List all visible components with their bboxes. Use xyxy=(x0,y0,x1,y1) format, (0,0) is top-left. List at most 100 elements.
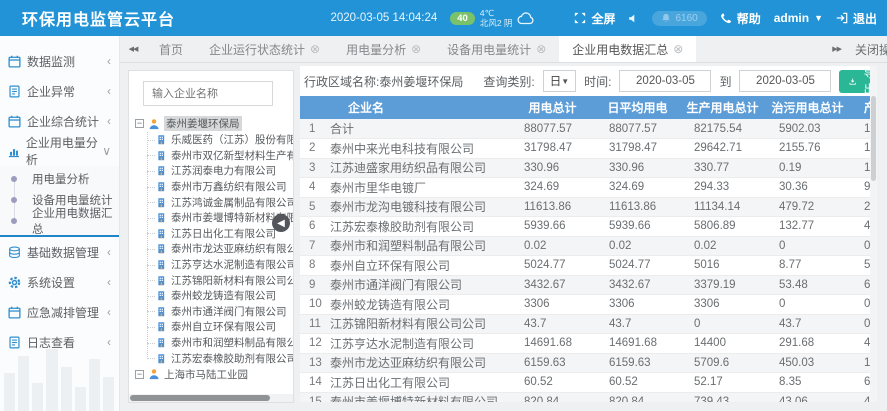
gear-icon xyxy=(8,276,21,289)
table-row[interactable]: 4 泰州市里华电镀厂 324.69 324.69 294.33 30.36 96… xyxy=(300,178,877,198)
horizontal-scrollbar-handle[interactable] xyxy=(130,395,270,401)
tree-root-node[interactable]: − 泰州姜堰环保局 xyxy=(135,115,293,132)
search-input[interactable] xyxy=(143,81,273,106)
building-icon xyxy=(156,353,167,364)
sidebar-item-label: 数据监测 xyxy=(27,53,75,70)
cell-daily-avg: 820.84 xyxy=(595,392,680,402)
tree-company-node[interactable]: 泰州市龙达亚麻纺织有限公司 xyxy=(147,241,293,257)
tab-scroll-right-icon[interactable]: ▶▶ xyxy=(832,45,841,53)
tree-node-label: 泰州姜堰环保局 xyxy=(164,116,242,131)
table-row[interactable]: 6 江苏宏泰橡胶助剂有限公司 5939.66 5939.66 5806.89 1… xyxy=(300,217,877,237)
table-row[interactable]: 3 江苏迪盛家用纺织品有限公司 330.96 330.96 330.77 0.1… xyxy=(300,158,877,178)
date-to-input[interactable] xyxy=(739,70,831,92)
tree-company-node[interactable]: 江苏宏泰橡胶助剂有限公司 xyxy=(147,350,293,366)
tree-node-label: 泰州市万鑫纺织有限公司 xyxy=(171,179,287,194)
aqi-badge: 40 xyxy=(450,12,475,25)
cell-row-index: 9 xyxy=(300,275,328,295)
tree-company-node[interactable]: 江苏锦阳新材料有限公司公司 xyxy=(147,272,293,288)
tab-power-summary[interactable]: 企业用电数据汇总 ⊗ xyxy=(559,36,696,62)
tree-company-node[interactable]: 乐威医药（江苏）股份有限公司 xyxy=(147,132,293,148)
tree-company-node[interactable]: 江苏鸿诚金属制品有限公司 xyxy=(147,194,293,210)
tree-company-node[interactable]: 泰州市和润塑料制品有限公司 xyxy=(147,335,293,351)
collapse-node-icon[interactable]: − xyxy=(135,119,144,128)
to-label: 到 xyxy=(719,73,731,90)
chevron-left-icon: ‹ xyxy=(107,245,111,259)
table-row[interactable]: 15 泰州市姜堰博特新材料有限公司 820.84 820.84 739.43 4… xyxy=(300,392,877,402)
tree-company-node[interactable]: 泰州蛟龙铸造有限公司 xyxy=(147,288,293,304)
mute-speaker-icon[interactable] xyxy=(628,13,639,24)
cell-total-power: 3432.67 xyxy=(510,275,595,295)
sidebar-item-emergency-management[interactable]: 应急减排管理 ‹ xyxy=(0,297,119,327)
collapse-panel-button[interactable]: ◀ xyxy=(272,214,290,232)
date-from-input[interactable] xyxy=(619,70,711,92)
building-icon xyxy=(156,150,167,161)
table-row[interactable]: 12 江苏亨达水泥制造有限公司 14691.68 14691.68 14400 … xyxy=(300,334,877,354)
tree-company-node[interactable]: 泰州市双亿新型材料生产有限公司 xyxy=(147,148,293,164)
tree-node-label: 泰州市龙达亚麻纺织有限公司 xyxy=(171,241,293,256)
table-row[interactable]: 14 江苏日出化工有限公司 60.52 60.52 52.17 8.35 624… xyxy=(300,373,877,393)
tree-node-label: 泰州市通洋阀门有限公司 xyxy=(171,304,287,319)
logout-button[interactable]: 退出 xyxy=(836,10,877,27)
help-button[interactable]: 帮助 xyxy=(720,10,761,27)
sidebar-item-base-data[interactable]: 基础数据管理 ‹ xyxy=(0,237,119,267)
sidebar-subitem[interactable]: 用电量分析 xyxy=(0,168,119,189)
sidebar-subitem[interactable]: 企业用电数据汇总 xyxy=(0,210,119,231)
close-tab-icon[interactable]: ⊗ xyxy=(411,43,421,55)
cell-total-power: 5024.77 xyxy=(510,256,595,276)
table-row[interactable]: 5 泰州市龙沟电镀科技有限公司 11613.86 11613.86 11134.… xyxy=(300,197,877,217)
tree-company-node[interactable]: 泰州市万鑫纺织有限公司 xyxy=(147,179,293,195)
tree-company-node[interactable]: 江苏亨达水泥制造有限公司 xyxy=(147,257,293,273)
sidebar-item-power-analysis[interactable]: 企业用电量分析 ∨ xyxy=(0,136,119,166)
sidebar-item-system-settings[interactable]: 系统设置 ‹ xyxy=(0,267,119,297)
sidebar-item-enterprise-stats[interactable]: 企业综合统计 ‹ xyxy=(0,106,119,136)
tab-power-analysis[interactable]: 用电量分析 ⊗ xyxy=(333,36,434,62)
tab-device-power[interactable]: 设备用电量统计 ⊗ xyxy=(434,36,559,62)
table-row[interactable]: 8 泰州自立环保有限公司 5024.77 5024.77 5016 8.77 5… xyxy=(300,256,877,276)
sidebar-item-data-monitor[interactable]: 数据监测 ‹ xyxy=(0,46,119,76)
user-menu[interactable]: admin ▼ xyxy=(774,11,823,25)
tree-node-label: 泰州市双亿新型材料生产有限公司 xyxy=(171,148,293,163)
tab-enterprise-status[interactable]: 企业运行状态统计 ⊗ xyxy=(196,36,333,62)
sidebar: 数据监测 ‹ 企业异常 ‹ 企业综合统计 ‹ 企业用电量分析 ∨ 用电量分析 设… xyxy=(0,36,120,411)
table-row[interactable]: 1 合计 88077.57 88077.57 82175.54 5902.03 … xyxy=(300,119,877,139)
close-tab-icon[interactable]: ⊗ xyxy=(536,43,546,55)
tree-children: 乐威医药（江苏）股份有限公司 泰州市双亿新型材料生产有限公司 江苏润泰电力有限公… xyxy=(147,132,293,366)
vertical-scrollbar-handle[interactable] xyxy=(871,96,876,181)
app-title: 环保用电监管云平台 xyxy=(0,6,175,30)
table-row[interactable]: 10 泰州蛟龙铸造有限公司 3306 3306 3306 0 0 xyxy=(300,295,877,315)
weather-widget[interactable]: 40 4℃ 北风2 阴 xyxy=(450,8,535,28)
query-type-label: 查询类别: xyxy=(483,73,534,90)
tree-root-node-2[interactable]: − 上海市马陆工业园 xyxy=(135,366,293,383)
notification-count: 6160 xyxy=(675,13,697,24)
close-tab-icon[interactable]: ⊗ xyxy=(673,43,683,55)
tree-node-label: 江苏润泰电力有限公司 xyxy=(171,163,276,178)
tab-scroll-left-icon[interactable]: ◀◀ xyxy=(120,36,146,62)
cell-company-name: 泰州蛟龙铸造有限公司 xyxy=(328,295,510,315)
cell-daily-avg: 3432.67 xyxy=(595,275,680,295)
table-row[interactable]: 9 泰州市通洋阀门有限公司 3432.67 3432.67 3379.19 53… xyxy=(300,275,877,295)
building-icon xyxy=(156,306,167,317)
sidebar-item-enterprise-abnormal[interactable]: 企业异常 ‹ xyxy=(0,76,119,106)
table-row[interactable]: 7 泰州市和润塑料制品有限公司 0.02 0.02 0.02 0 0 xyxy=(300,236,877,256)
tree-company-node[interactable]: 江苏日出化工有限公司 xyxy=(147,226,293,242)
query-type-select[interactable]: 日 ▼ xyxy=(543,70,576,92)
close-tab-icon[interactable]: ⊗ xyxy=(310,43,320,55)
notification-badge[interactable]: 6160 xyxy=(652,11,706,26)
fullscreen-button[interactable]: 全屏 xyxy=(574,10,615,27)
cell-row-index: 3 xyxy=(300,158,328,178)
tree-company-node[interactable]: 江苏润泰电力有限公司 xyxy=(147,163,293,179)
cell-production-power: 14400 xyxy=(680,334,765,354)
tree-company-node[interactable]: 泰州自立环保有限公司 xyxy=(147,319,293,335)
collapse-node-icon[interactable]: − xyxy=(135,370,144,379)
table-row[interactable]: 13 泰州市龙达亚麻纺织有限公司 6159.63 6159.63 5709.6 … xyxy=(300,353,877,373)
vertical-scrollbar xyxy=(870,66,877,402)
tab-home[interactable]: 首页 xyxy=(146,36,196,62)
download-icon xyxy=(849,76,856,87)
tree-node-label: 泰州蛟龙铸造有限公司 xyxy=(171,288,276,303)
cell-total-power: 5939.66 xyxy=(510,217,595,237)
cell-row-index: 8 xyxy=(300,256,328,276)
close-operations-menu[interactable]: ▶▶ 关闭操作 xyxy=(824,36,887,62)
table-row[interactable]: 11 江苏锦阳新材料有限公司公司 43.7 43.7 0 43.7 0 xyxy=(300,314,877,334)
tree-company-node[interactable]: 泰州市通洋阀门有限公司 xyxy=(147,304,293,320)
table-row[interactable]: 2 泰州中来光电科技有限公司 31798.47 31798.47 29642.7… xyxy=(300,139,877,159)
